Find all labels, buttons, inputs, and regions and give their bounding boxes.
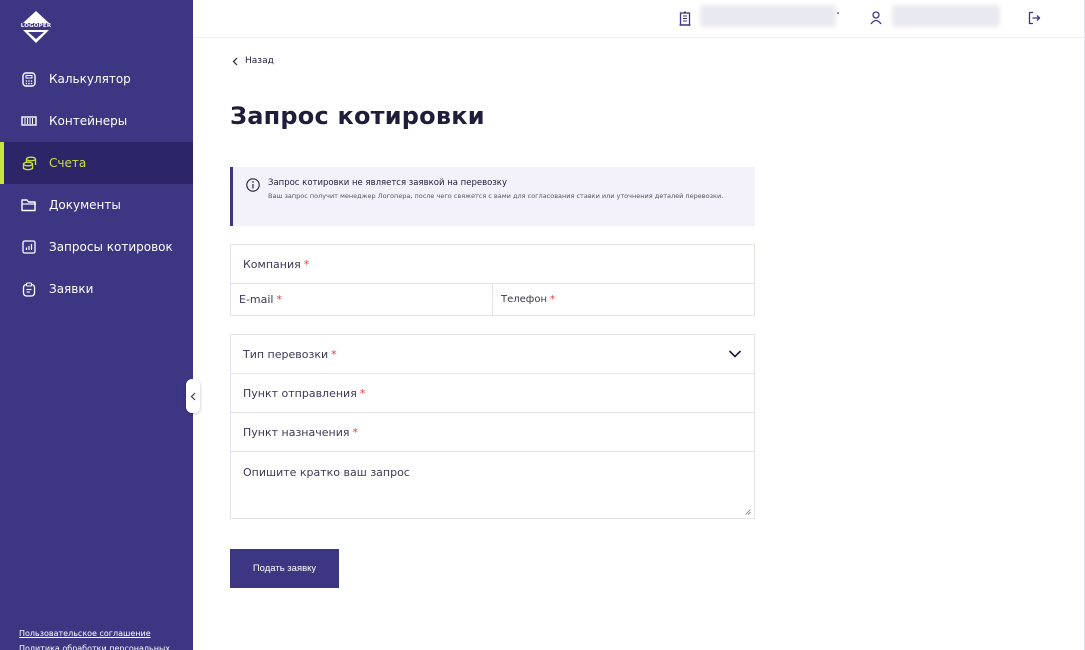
back-label: Назад xyxy=(245,56,274,66)
notice-title: Запрос котировки не является заявкой на … xyxy=(268,178,507,188)
folder-icon xyxy=(21,197,37,213)
submit-button[interactable]: Подать заявку xyxy=(230,549,339,588)
sidebar-item-label: Документы xyxy=(49,198,121,212)
email-field[interactable]: E-mail * xyxy=(230,283,493,316)
sidebar-item-documents[interactable]: Документы xyxy=(0,184,193,226)
sidebar-item-label: Запросы котировок xyxy=(49,240,173,254)
separator-dot xyxy=(837,12,839,14)
topbar xyxy=(193,0,1085,38)
transport-type-label: Тип перевозки xyxy=(243,347,329,361)
chart-icon xyxy=(21,239,37,255)
sidebar-item-calculator[interactable]: Калькулятор xyxy=(0,58,193,100)
notice-text: Ваш запрос получит менеджер Логопера, по… xyxy=(268,192,724,200)
page-title: Запрос котировки xyxy=(230,102,485,130)
user-name-redacted xyxy=(892,5,1000,27)
sidebar-item-label: Счета xyxy=(49,156,87,170)
back-link[interactable]: Назад xyxy=(232,56,274,66)
chevron-left-icon xyxy=(232,57,238,66)
required-mark: * xyxy=(303,257,310,271)
building-icon[interactable] xyxy=(677,10,693,26)
phone-label: Телефон xyxy=(501,294,548,305)
sidebar-item-orders[interactable]: Заявки xyxy=(0,268,193,310)
required-mark: * xyxy=(331,347,337,361)
user-agreement-link[interactable]: Пользовательское соглашение xyxy=(19,626,170,641)
sidebar-item-label: Калькулятор xyxy=(49,72,131,86)
email-label: E-mail xyxy=(239,293,274,306)
logo[interactable]: LOGOPER xyxy=(16,10,56,46)
description-placeholder: Опишите кратко ваш запрос xyxy=(243,466,410,479)
company-name-redacted xyxy=(700,5,836,27)
sidebar: LOGOPER Калькулятор Контейнеры Счета Док… xyxy=(0,0,193,650)
destination-label: Пункт назначения xyxy=(243,425,350,439)
company-label: Компания xyxy=(243,257,301,271)
calculator-icon xyxy=(21,71,37,87)
description-textarea[interactable]: Опишите кратко ваш запрос xyxy=(230,451,755,519)
clipboard-icon xyxy=(21,281,37,297)
sidebar-item-invoices[interactable]: Счета xyxy=(0,142,193,184)
origin-field[interactable]: Пункт отправления * xyxy=(230,373,755,413)
origin-label: Пункт отправления xyxy=(243,386,357,400)
company-field[interactable]: Компания * xyxy=(230,244,755,284)
sidebar-item-label: Контейнеры xyxy=(49,114,128,128)
info-notice: Запрос котировки не является заявкой на … xyxy=(230,167,755,226)
required-mark: * xyxy=(359,386,366,400)
resize-handle-icon[interactable] xyxy=(745,509,751,515)
logo-text: LOGOPER xyxy=(20,23,52,29)
logout-icon[interactable] xyxy=(1026,10,1042,26)
destination-field[interactable]: Пункт назначения * xyxy=(230,412,755,452)
container-icon xyxy=(21,113,37,129)
chevron-left-icon xyxy=(190,392,196,400)
transport-type-select[interactable]: Тип перевозки * xyxy=(230,334,755,374)
required-mark: * xyxy=(550,294,556,305)
required-mark: * xyxy=(352,425,358,439)
sidebar-item-containers[interactable]: Контейнеры xyxy=(0,100,193,142)
chevron-down-icon xyxy=(728,350,742,358)
coins-icon xyxy=(21,155,37,171)
sidebar-item-quote-requests[interactable]: Запросы котировок xyxy=(0,226,193,268)
required-mark: * xyxy=(276,293,283,306)
sidebar-item-label: Заявки xyxy=(49,282,94,296)
privacy-policy-link[interactable]: Политика обработки персональных xyxy=(19,641,170,650)
sidebar-collapse-button[interactable] xyxy=(186,379,200,413)
info-icon xyxy=(246,177,260,192)
phone-field[interactable]: Телефон * xyxy=(492,283,755,316)
user-icon[interactable] xyxy=(868,10,884,26)
sidebar-footer: Пользовательское соглашение Политика обр… xyxy=(19,626,170,650)
